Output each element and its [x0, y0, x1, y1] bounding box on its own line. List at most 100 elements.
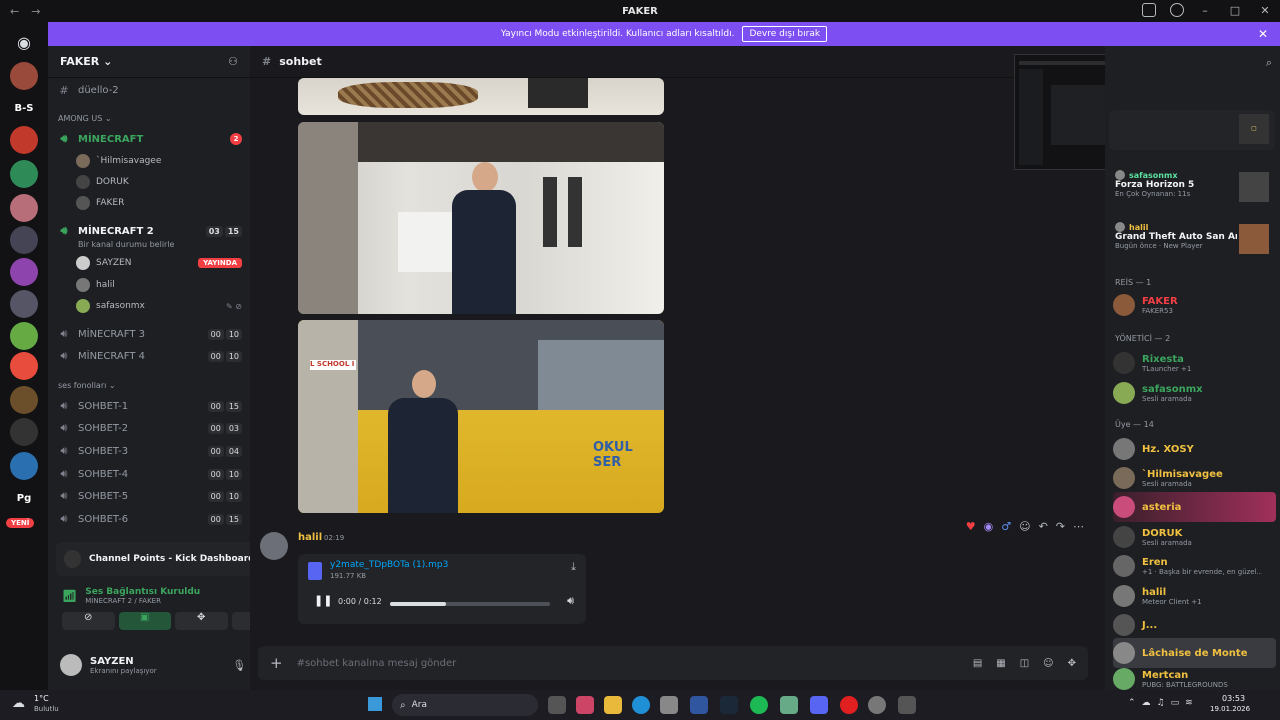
member-item[interactable]: `Hilmisavagee Sesli aramada: [1113, 463, 1276, 493]
app-icon[interactable]: [780, 696, 798, 714]
member-item[interactable]: halil Meteor Client +1: [1113, 581, 1276, 611]
app-icon[interactable]: [576, 696, 594, 714]
server-icon-bs[interactable]: B-S: [10, 94, 38, 122]
reply-icon[interactable]: ↶: [1039, 520, 1048, 533]
server-header[interactable]: FAKER ⌄ ⚇: [48, 46, 250, 78]
microphone-icon[interactable]: 🎙︎: [232, 659, 246, 672]
voice-channel-sohbet-1[interactable]: 🔊︎ SOHBET-1 00 15: [58, 396, 242, 416]
server-icon[interactable]: [10, 226, 38, 254]
voice-channel-minecraft-3[interactable]: 🔊︎ MİNECRAFT 3 00 10: [58, 324, 242, 344]
file-name[interactable]: y2mate_TDpBOTa (1).mp3: [330, 560, 448, 570]
voice-channel-sohbet-5[interactable]: 🔊︎ SOHBET-5 00 10: [58, 486, 242, 506]
pause-button[interactable]: ❚❚: [314, 594, 332, 607]
server-icon[interactable]: [10, 126, 38, 154]
maximize-button[interactable]: □: [1220, 0, 1250, 22]
voice-channel-sohbet-4[interactable]: 🔊︎ SOHBET-4 00 10: [58, 464, 242, 484]
inbox-icon[interactable]: [1142, 3, 1156, 17]
server-icon[interactable]: [10, 418, 38, 446]
voice-user[interactable]: `Hilmisavagee: [76, 152, 242, 170]
notification-panel[interactable]: Channel Points - Kick Dashboard - ... ✕: [56, 542, 250, 576]
activities-icon[interactable]: ✥: [175, 612, 228, 630]
voice-channel-minecraft[interactable]: 🔊︎ MİNECRAFT 2: [58, 129, 242, 149]
server-icon[interactable]: [10, 322, 38, 350]
apps-icon[interactable]: ✥: [1068, 658, 1076, 669]
task-view-icon[interactable]: [548, 696, 566, 714]
discord-home-icon[interactable]: ◉: [10, 28, 38, 56]
server-icon-pg[interactable]: Pg: [10, 484, 38, 512]
add-member-icon[interactable]: ⚇: [228, 55, 238, 68]
member-item[interactable]: asteria: [1113, 492, 1276, 522]
avatar[interactable]: [60, 654, 82, 676]
member-item[interactable]: Eren +1 · Başka bir evrende, en güzel...: [1113, 551, 1276, 581]
avatar[interactable]: [260, 532, 288, 560]
discord-icon[interactable]: [810, 696, 828, 714]
category-ses[interactable]: ses fonolları ⌄: [58, 381, 116, 390]
sticker-icon[interactable]: ◫: [1020, 658, 1029, 669]
progress-bar[interactable]: [390, 602, 550, 606]
reaction-icon[interactable]: ◉: [984, 520, 994, 533]
server-icon[interactable]: [10, 62, 38, 90]
server-icon[interactable]: [10, 290, 38, 318]
member-item[interactable]: Rixesta TLauncher +1: [1113, 348, 1276, 378]
edge-icon[interactable]: [632, 696, 650, 714]
add-attachment-icon[interactable]: +: [270, 654, 283, 672]
tray-icons[interactable]: ⌃☁♫▭≋: [1128, 698, 1199, 708]
voice-user[interactable]: SAYZEN YAYINDA: [76, 254, 242, 272]
activity-card[interactable]: halil Grand Theft Auto San Andr... Bugün…: [1109, 222, 1275, 264]
server-icon[interactable]: [10, 352, 38, 380]
minimize-button[interactable]: –: [1190, 0, 1220, 22]
search-icon[interactable]: ⌕: [1266, 56, 1272, 70]
voice-channel-minecraft-4[interactable]: 🔊︎ MİNECRAFT 4 00 10: [58, 346, 242, 366]
settings-icon[interactable]: [868, 696, 886, 714]
close-button[interactable]: ✕: [1250, 0, 1280, 22]
voice-channel-sohbet-2[interactable]: 🔊︎ SOHBET-2 00 03: [58, 418, 242, 438]
app-icon[interactable]: [690, 696, 708, 714]
message-author[interactable]: halil: [298, 532, 322, 543]
file-explorer-icon[interactable]: [604, 696, 622, 714]
volume-icon[interactable]: 🔊︎: [567, 594, 574, 608]
more-icon[interactable]: ⋯: [1073, 520, 1084, 533]
emoji-icon[interactable]: ☺: [1019, 520, 1030, 533]
category-among-us[interactable]: AMONG US ⌄: [58, 114, 112, 123]
gender-icon[interactable]: ♂: [1001, 520, 1011, 533]
store-icon[interactable]: [660, 696, 678, 714]
voice-channel-sohbet-3[interactable]: 🔊︎ SOHBET-3 00 04: [58, 441, 242, 461]
opera-icon[interactable]: [840, 696, 858, 714]
soundboard-icon[interactable]: ♪: [231, 612, 250, 630]
voice-channel-minecraft-2[interactable]: 🔊︎ MİNECRAFT 2 03 15: [58, 221, 242, 241]
server-icon[interactable]: [10, 452, 38, 480]
voice-conn-sub[interactable]: MİNECRAFT 2 / FAKER: [85, 597, 200, 605]
forward-icon[interactable]: ↷: [1056, 520, 1065, 533]
server-icon[interactable]: [10, 160, 38, 188]
voice-user[interactable]: halil: [76, 276, 242, 294]
back-arrow-icon[interactable]: ←: [10, 5, 19, 18]
member-item[interactable]: safasonmx Sesli aramada: [1113, 378, 1276, 408]
clock-time[interactable]: 03:53: [1222, 694, 1245, 703]
channel-status[interactable]: Bir kanal durumu belirle: [78, 240, 174, 249]
windows-start-icon[interactable]: [368, 697, 382, 711]
screen-share-icon[interactable]: ▣: [118, 612, 171, 630]
image-attachment[interactable]: [298, 122, 664, 314]
member-item[interactable]: J...: [1113, 610, 1276, 640]
message-input[interactable]: #sohbet kanalına mesaj gönder: [297, 658, 959, 669]
gif-icon[interactable]: ▦: [996, 658, 1005, 669]
gift-icon[interactable]: ▤: [973, 658, 982, 669]
server-icon[interactable]: [10, 258, 38, 286]
activity-card[interactable]: safasonmx Forza Horizon 5 En Çok Oynanan…: [1109, 170, 1275, 212]
weather-icon[interactable]: ☁: [12, 696, 25, 711]
spotify-icon[interactable]: [750, 696, 768, 714]
voice-channel-sohbet-6[interactable]: 🔊︎ SOHBET-6 00 15: [58, 509, 242, 529]
clock-date[interactable]: 19.01.2026: [1210, 705, 1250, 713]
steam-icon[interactable]: [720, 696, 738, 714]
voice-user[interactable]: FAKER: [76, 194, 242, 212]
heart-icon[interactable]: ♥: [966, 520, 976, 533]
close-icon[interactable]: ✕: [1258, 27, 1268, 41]
image-attachment[interactable]: L SCHOOL I OKUL SER: [298, 320, 664, 513]
member-item[interactable]: Hz. XOSY: [1113, 434, 1276, 464]
member-item[interactable]: Mertcan PUBG: BATTLEGROUNDS: [1113, 664, 1276, 690]
forward-arrow-icon[interactable]: →: [31, 5, 40, 18]
emoji-icon[interactable]: ☺: [1043, 658, 1053, 669]
server-icon[interactable]: [10, 386, 38, 414]
member-item[interactable]: DORUK Sesli aramada: [1113, 522, 1276, 552]
activity-card[interactable]: ▢: [1109, 110, 1275, 150]
